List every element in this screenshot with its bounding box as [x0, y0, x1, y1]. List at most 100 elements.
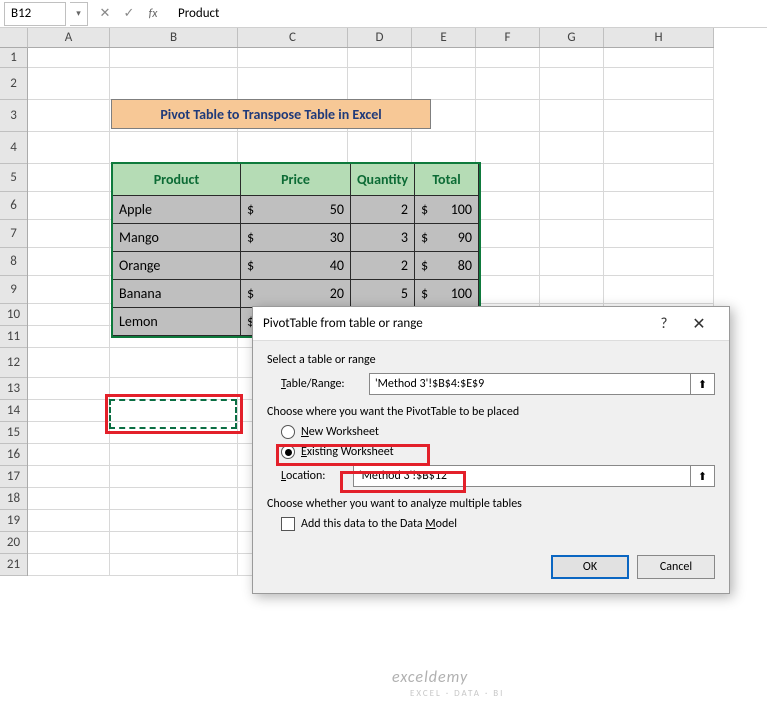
cell[interactable]: [604, 276, 714, 304]
row-header[interactable]: 14: [0, 400, 27, 422]
row-header[interactable]: 4: [0, 132, 27, 164]
cell[interactable]: [28, 132, 110, 164]
cell[interactable]: [28, 422, 110, 444]
cell[interactable]: [28, 220, 110, 248]
product-cell[interactable]: Banana: [113, 280, 241, 308]
cell[interactable]: [28, 276, 110, 304]
quantity-cell[interactable]: 5: [351, 280, 415, 308]
cell[interactable]: [412, 48, 476, 68]
row-header[interactable]: 10: [0, 304, 27, 326]
cell[interactable]: [28, 444, 110, 466]
cell[interactable]: [28, 164, 110, 192]
cell[interactable]: [540, 48, 604, 68]
table-range-input[interactable]: [369, 373, 691, 395]
cancel-button[interactable]: Cancel: [637, 555, 715, 579]
cell[interactable]: [540, 248, 604, 276]
cell[interactable]: [476, 100, 540, 132]
column-header[interactable]: D: [348, 28, 412, 47]
price-cell[interactable]: $20: [241, 280, 351, 308]
row-header[interactable]: 19: [0, 510, 27, 532]
add-data-model-checkbox[interactable]: [281, 517, 295, 531]
fx-icon[interactable]: fx: [142, 3, 164, 25]
price-cell[interactable]: $40: [241, 252, 351, 280]
cell[interactable]: [28, 326, 110, 348]
cell[interactable]: [476, 164, 540, 192]
column-header[interactable]: C: [238, 28, 348, 47]
cell[interactable]: [604, 164, 714, 192]
cell[interactable]: [238, 48, 348, 68]
cell[interactable]: [28, 192, 110, 220]
cell[interactable]: [28, 510, 110, 532]
quantity-cell[interactable]: 2: [351, 196, 415, 224]
row-header[interactable]: 20: [0, 532, 27, 554]
row-header[interactable]: 16: [0, 444, 27, 466]
cell[interactable]: [348, 132, 412, 164]
dialog-help-button[interactable]: ?: [649, 315, 679, 333]
cell[interactable]: [412, 68, 476, 100]
cell[interactable]: [348, 68, 412, 100]
product-cell[interactable]: Lemon: [113, 308, 241, 336]
existing-worksheet-radio-row[interactable]: Existing Worksheet: [281, 445, 715, 459]
cell[interactable]: [604, 48, 714, 68]
row-header[interactable]: 13: [0, 378, 27, 400]
cell[interactable]: [348, 48, 412, 68]
add-data-model-row[interactable]: Add this data to the Data Model: [281, 517, 715, 531]
total-cell[interactable]: $100: [415, 196, 479, 224]
cell[interactable]: [28, 466, 110, 488]
row-header[interactable]: 9: [0, 276, 27, 304]
row-header[interactable]: 1: [0, 48, 27, 68]
row-header[interactable]: 12: [0, 348, 27, 378]
cell[interactable]: [238, 68, 348, 100]
cell[interactable]: [476, 276, 540, 304]
total-cell[interactable]: $100: [415, 280, 479, 308]
price-cell[interactable]: $50: [241, 196, 351, 224]
new-worksheet-radio-row[interactable]: New Worksheet: [281, 425, 715, 439]
price-cell[interactable]: $30: [241, 224, 351, 252]
cell[interactable]: [28, 400, 110, 422]
row-header[interactable]: 15: [0, 422, 27, 444]
cell[interactable]: [604, 132, 714, 164]
cell[interactable]: [28, 100, 110, 132]
new-worksheet-radio[interactable]: [281, 425, 295, 439]
cell[interactable]: [476, 132, 540, 164]
cell[interactable]: [476, 48, 540, 68]
total-cell[interactable]: $90: [415, 224, 479, 252]
row-header[interactable]: 18: [0, 488, 27, 510]
cell[interactable]: [28, 532, 110, 554]
cell[interactable]: [604, 68, 714, 100]
cell[interactable]: [28, 48, 110, 68]
cell[interactable]: [28, 248, 110, 276]
name-box-dropdown[interactable]: ▾: [70, 2, 88, 26]
location-input[interactable]: [353, 465, 691, 487]
cell[interactable]: [412, 132, 476, 164]
cell[interactable]: [28, 348, 110, 378]
row-header[interactable]: 7: [0, 220, 27, 248]
product-cell[interactable]: Apple: [113, 196, 241, 224]
collapse-dialog-icon[interactable]: ⬆: [691, 373, 715, 395]
cell[interactable]: [110, 348, 238, 378]
cell[interactable]: [28, 304, 110, 326]
row-header[interactable]: 21: [0, 554, 27, 576]
cell[interactable]: [540, 100, 604, 132]
cell[interactable]: [540, 68, 604, 100]
product-cell[interactable]: Mango: [113, 224, 241, 252]
cell[interactable]: [604, 192, 714, 220]
row-header[interactable]: 3: [0, 100, 27, 132]
collapse-dialog-icon-2[interactable]: ⬆: [691, 465, 715, 487]
quantity-cell[interactable]: 3: [351, 224, 415, 252]
cell[interactable]: [110, 532, 238, 554]
existing-worksheet-radio[interactable]: [281, 445, 295, 459]
cell[interactable]: [110, 48, 238, 68]
cell[interactable]: [604, 248, 714, 276]
cell[interactable]: [110, 488, 238, 510]
column-header[interactable]: E: [412, 28, 476, 47]
cell[interactable]: [110, 510, 238, 532]
cell[interactable]: [540, 164, 604, 192]
dialog-titlebar[interactable]: PivotTable from table or range ? ✕: [253, 307, 729, 341]
cell[interactable]: [540, 276, 604, 304]
row-header[interactable]: 8: [0, 248, 27, 276]
cell[interactable]: [238, 132, 348, 164]
row-header[interactable]: 11: [0, 326, 27, 348]
cell[interactable]: [540, 220, 604, 248]
select-all-corner[interactable]: [0, 28, 28, 48]
